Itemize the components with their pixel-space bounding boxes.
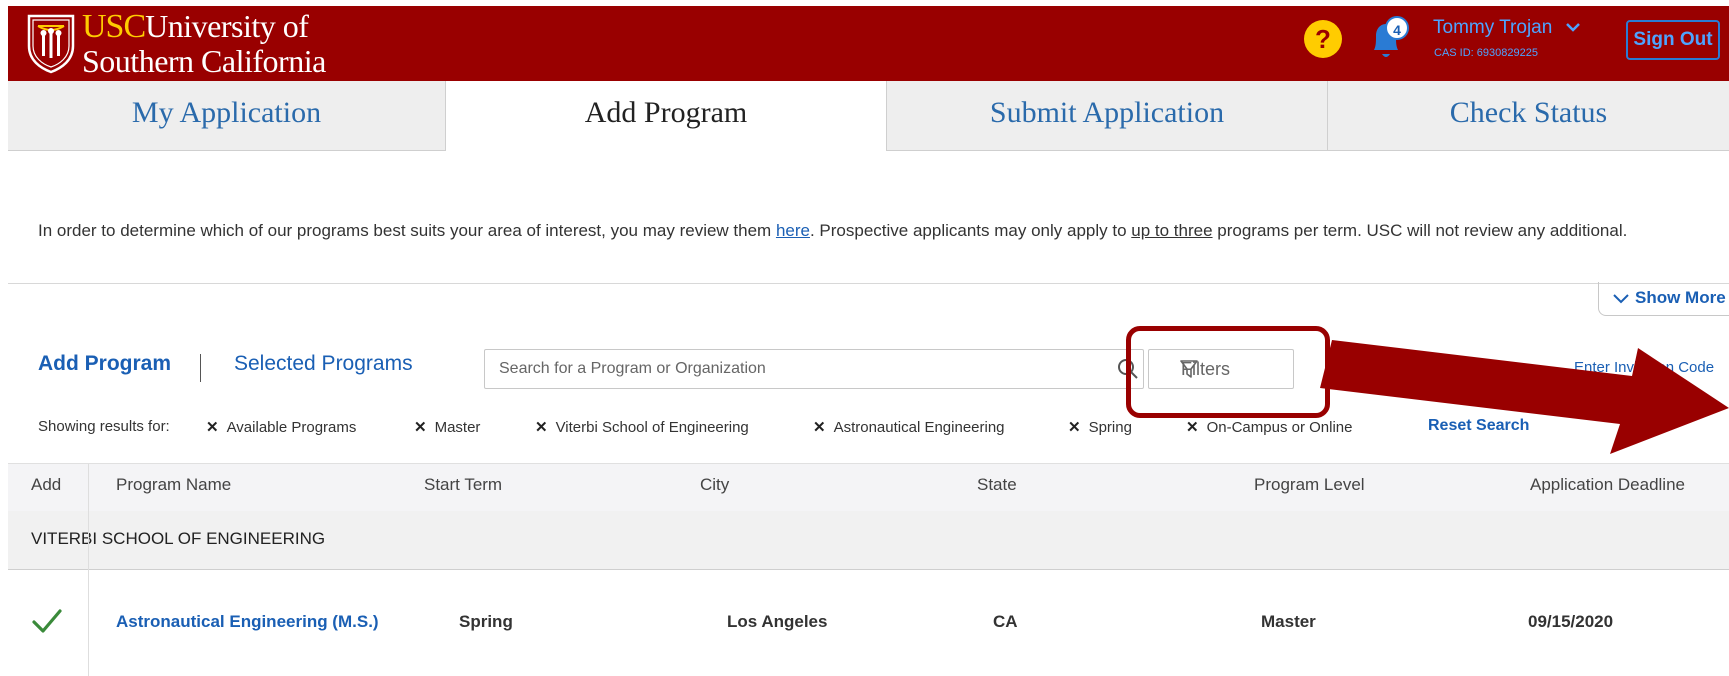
filter-chip[interactable]: ✕ Spring — [1068, 418, 1132, 436]
tab-check-status[interactable]: Check Status — [1328, 81, 1729, 151]
program-search-input[interactable] — [497, 359, 1081, 379]
filter-chip-label: Spring — [1088, 419, 1132, 436]
city-cell: Los Angeles — [727, 612, 828, 631]
column-header-application-deadline[interactable]: Application Deadline — [1530, 475, 1685, 495]
filter-chip-label: Viterbi School of Engineering — [555, 419, 749, 436]
state-cell: CA — [993, 612, 1018, 631]
logo-wordmark: USCUniversity of Southern California — [82, 10, 326, 79]
remove-x-icon[interactable]: ✕ — [206, 419, 219, 436]
showing-results-label: Showing results for: — [38, 418, 170, 435]
add-program-subtab[interactable]: Add Program — [38, 352, 171, 376]
chevron-down-icon[interactable] — [1565, 21, 1581, 33]
filter-chip-label: On-Campus or Online — [1206, 419, 1353, 436]
cas-id-text: CAS ID: 6930829225 — [1434, 47, 1538, 59]
sign-out-button[interactable]: Sign Out — [1626, 20, 1720, 60]
annotation-arrow — [1320, 340, 1729, 454]
logo-line2: Southern California — [82, 43, 326, 79]
chevron-down-icon — [1613, 293, 1629, 303]
show-more-button[interactable]: Show More — [1598, 282, 1729, 316]
program-name-link[interactable]: Astronautical Engineering (M.S.) — [116, 612, 379, 632]
remove-x-icon[interactable]: ✕ — [1186, 419, 1199, 436]
filter-chip-label: Astronautical Engineering — [833, 419, 1005, 436]
column-header-program-level[interactable]: Program Level — [1254, 475, 1365, 495]
checkmark-icon[interactable] — [32, 608, 62, 634]
divider — [8, 283, 1729, 284]
usc-logo[interactable]: USCUniversity of Southern California — [26, 10, 326, 79]
filter-chip[interactable]: ✕ Viterbi School of Engineering — [535, 418, 749, 436]
logo-line1: University of — [145, 8, 309, 44]
review-programs-link[interactable]: here — [776, 221, 810, 240]
column-header-program-name[interactable]: Program Name — [116, 475, 231, 495]
logo-usc: USC — [82, 8, 146, 45]
filter-chip-label: Master — [434, 419, 481, 436]
tab-add-program[interactable]: Add Program — [446, 81, 886, 151]
column-divider — [88, 464, 89, 676]
remove-x-icon[interactable]: ✕ — [535, 419, 548, 436]
filter-chip[interactable]: ✕ Astronautical Engineering — [813, 418, 1005, 436]
subtab-divider — [200, 354, 201, 382]
remove-x-icon[interactable]: ✕ — [813, 419, 826, 436]
group-label: VITERBI SCHOOL OF ENGINEERING — [31, 529, 326, 548]
intro-part-3: programs per term. USC will not review a… — [1212, 221, 1628, 240]
level-cell: Master — [1261, 612, 1316, 631]
program-search-box[interactable] — [484, 349, 1144, 389]
deadline-cell: 09/15/2020 — [1528, 612, 1614, 631]
help-button[interactable]: ? — [1304, 20, 1342, 58]
column-header-add: Add — [31, 475, 62, 494]
filter-chip-label: Available Programs — [226, 419, 357, 436]
remove-x-icon[interactable]: ✕ — [1068, 419, 1081, 436]
intro-text: In order to determine which of our progr… — [38, 221, 1627, 241]
column-header-start-term[interactable]: Start Term — [424, 475, 502, 495]
notification-count-badge: 4 — [1385, 16, 1409, 40]
filter-chip[interactable]: ✕ Master — [414, 418, 480, 436]
up-to-three-text: up to three — [1131, 221, 1213, 240]
intro-part-2: . Prospective applicants may only apply … — [809, 221, 1132, 240]
table-header — [8, 463, 1729, 513]
usc-seal-icon — [27, 14, 75, 74]
reset-search-link[interactable]: Reset Search — [1428, 417, 1529, 435]
intro-part-1: In order to determine which of our progr… — [38, 221, 776, 240]
filter-chip[interactable]: ✕ On-Campus or Online — [1186, 418, 1352, 436]
tab-submit-application[interactable]: Submit Application — [886, 81, 1328, 151]
filter-chip[interactable]: ✕ Available Programs — [206, 418, 356, 436]
column-header-state[interactable]: State — [977, 475, 1017, 495]
selected-programs-subtab[interactable]: Selected Programs — [234, 352, 413, 376]
tab-my-application[interactable]: My Application — [8, 81, 446, 151]
start-term-cell: Spring — [459, 612, 513, 631]
column-header-city[interactable]: City — [700, 475, 729, 495]
show-more-label: Show More — [1635, 288, 1726, 307]
annotation-highlight-box — [1126, 326, 1330, 418]
remove-x-icon[interactable]: ✕ — [414, 419, 427, 436]
user-menu[interactable]: Tommy Trojan — [1433, 17, 1552, 39]
